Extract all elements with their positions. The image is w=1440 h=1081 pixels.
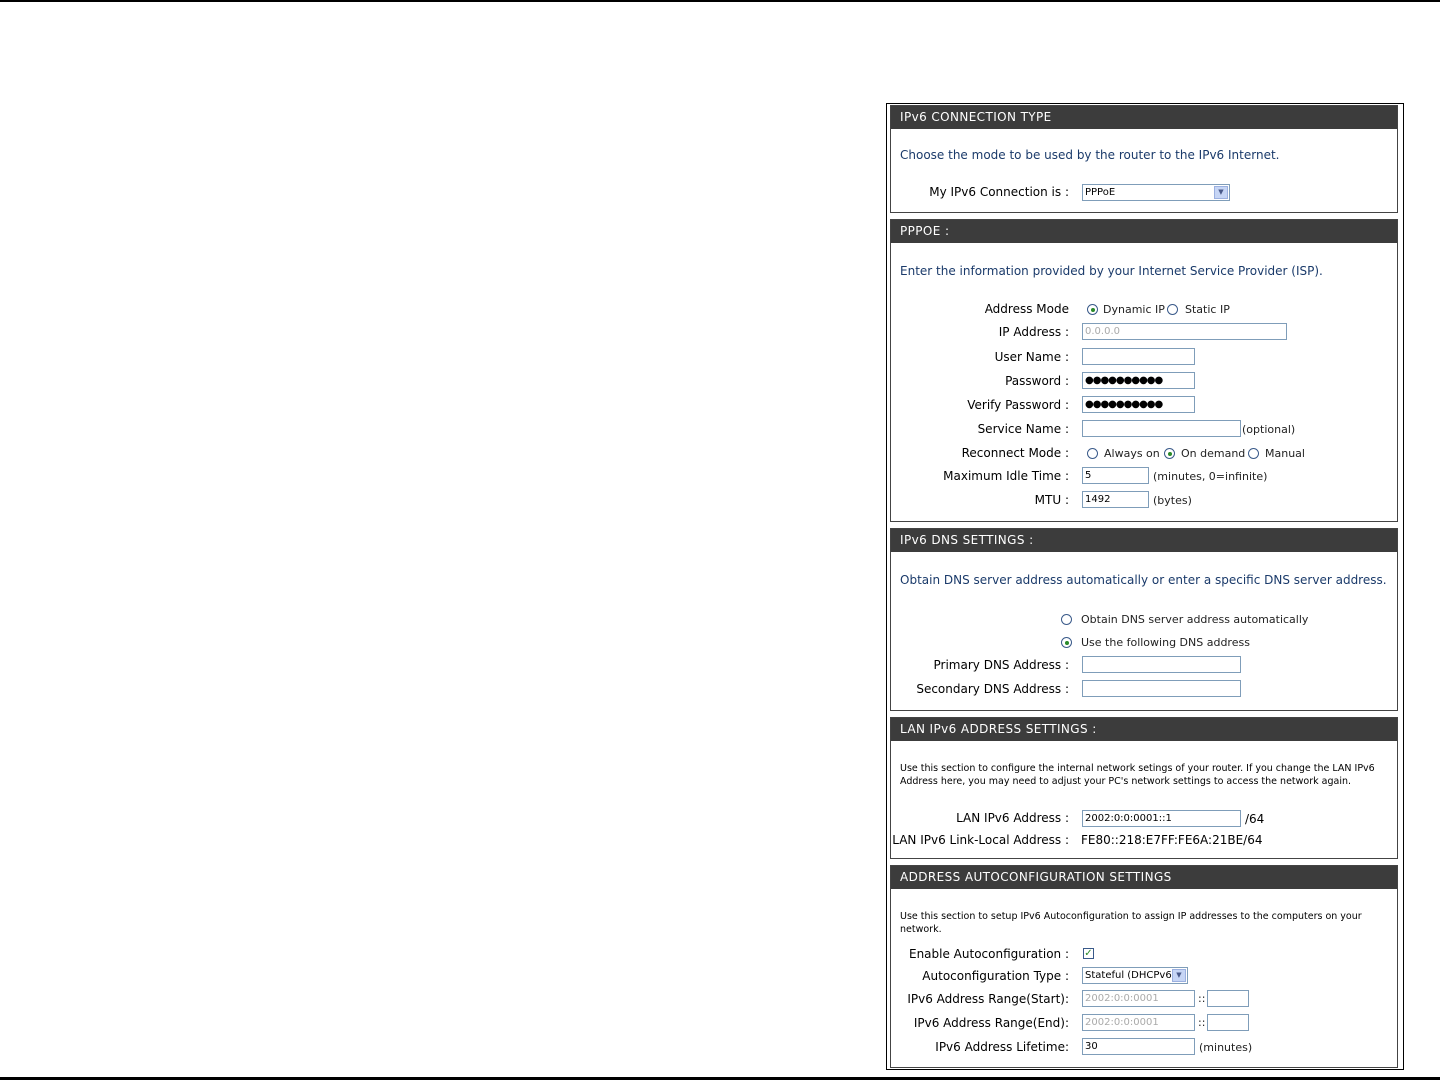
password-label: Password :: [1005, 374, 1069, 388]
section-header: IPv6 DNS SETTINGS :: [891, 529, 1397, 552]
lan-address-label: LAN IPv6 Address :: [956, 811, 1069, 825]
autoconf-type-value: Stateful (DHCPv6): [1085, 970, 1176, 981]
range-start-separator: ::: [1198, 992, 1206, 1005]
section-intro: Use this section to configure the intern…: [900, 763, 1375, 787]
mtu-hint: (bytes): [1153, 494, 1192, 507]
lifetime-input[interactable]: 30: [1082, 1038, 1195, 1055]
link-local-label: LAN IPv6 Link-Local Address :: [892, 833, 1069, 847]
autoconf-type-label: Autoconfiguration Type :: [922, 969, 1069, 983]
mtu-input[interactable]: 1492: [1082, 491, 1149, 508]
user-name-label: User Name :: [994, 350, 1069, 364]
dns-manual-radio[interactable]: [1061, 637, 1072, 648]
range-end-separator: ::: [1198, 1016, 1206, 1029]
password-input[interactable]: ●●●●●●●●●●: [1082, 372, 1195, 389]
dns-auto-label: Obtain DNS server address automatically: [1081, 613, 1309, 626]
autoconf-section: ADDRESS AUTOCONFIGURATION SETTINGS Use t…: [890, 865, 1398, 1068]
lan-section: LAN IPv6 ADDRESS SETTINGS : Use this sec…: [890, 717, 1398, 859]
autoconf-type-select[interactable]: Stateful (DHCPv6) ▼: [1082, 967, 1188, 984]
static-ip-radio[interactable]: [1167, 304, 1178, 315]
section-header: ADDRESS AUTOCONFIGURATION SETTINGS: [891, 866, 1397, 889]
user-name-input[interactable]: [1082, 348, 1195, 365]
link-local-value: FE80::218:E7FF:FE6A:21BE/64: [1081, 833, 1263, 847]
connection-type-section: IPv6 CONNECTION TYPE Choose the mode to …: [890, 105, 1398, 213]
max-idle-label: Maximum Idle Time :: [943, 469, 1069, 483]
ip-address-label: IP Address :: [998, 325, 1069, 339]
chevron-down-icon: ▼: [1172, 969, 1186, 982]
connection-type-select[interactable]: PPPoE ▼: [1082, 184, 1230, 201]
primary-dns-input[interactable]: [1082, 656, 1241, 673]
dynamic-ip-label: Dynamic IP: [1103, 303, 1165, 316]
section-intro: Enter the information provided by your I…: [900, 264, 1323, 278]
dns-section: IPv6 DNS SETTINGS : Obtain DNS server ad…: [890, 528, 1398, 711]
section-header: LAN IPv6 ADDRESS SETTINGS :: [891, 718, 1397, 741]
section-header: IPv6 CONNECTION TYPE: [891, 106, 1397, 129]
chevron-down-icon: ▼: [1214, 186, 1228, 199]
section-intro: Use this section to setup IPv6 Autoconfi…: [900, 911, 1362, 935]
verify-password-label: Verify Password :: [967, 398, 1069, 412]
lan-address-input[interactable]: 2002:0:0:0001::1: [1082, 810, 1241, 827]
connection-type-value: PPPoE: [1085, 187, 1116, 198]
connection-type-label: My IPv6 Connection is :: [929, 185, 1069, 199]
range-end-prefix-input[interactable]: 2002:0:0:0001: [1082, 1014, 1195, 1031]
reconnect-mode-label: Reconnect Mode :: [961, 446, 1069, 460]
max-idle-input[interactable]: 5: [1082, 467, 1149, 484]
range-start-prefix-input[interactable]: 2002:0:0:0001: [1082, 990, 1195, 1007]
pppoe-section: PPPOE : Enter the information provided b…: [890, 219, 1398, 522]
mtu-label: MTU :: [1034, 493, 1069, 507]
verify-password-input[interactable]: ●●●●●●●●●●: [1082, 396, 1195, 413]
dynamic-ip-radio[interactable]: [1087, 304, 1098, 315]
lan-prefix: /64: [1245, 812, 1265, 826]
service-name-label: Service Name :: [977, 422, 1069, 436]
dns-manual-label: Use the following DNS address: [1081, 636, 1250, 649]
section-intro: Obtain DNS server address automatically …: [900, 573, 1387, 587]
section-intro: Choose the mode to be used by the router…: [900, 148, 1280, 162]
max-idle-hint: (minutes, 0=infinite): [1153, 470, 1268, 483]
secondary-dns-label: Secondary DNS Address :: [916, 682, 1069, 696]
bottom-rule: [0, 1077, 1440, 1080]
on-demand-radio[interactable]: [1164, 448, 1175, 459]
range-end-label: IPv6 Address Range(End):: [913, 1016, 1069, 1030]
manual-radio[interactable]: [1248, 448, 1259, 459]
static-ip-label: Static IP: [1185, 303, 1230, 316]
always-on-label: Always on: [1104, 447, 1160, 460]
always-on-radio[interactable]: [1087, 448, 1098, 459]
dns-auto-radio[interactable]: [1061, 614, 1072, 625]
secondary-dns-input[interactable]: [1082, 680, 1241, 697]
enable-autoconf-label: Enable Autoconfiguration :: [908, 947, 1069, 961]
primary-dns-label: Primary DNS Address :: [933, 658, 1069, 672]
ip-address-input[interactable]: 0.0.0.0: [1082, 323, 1287, 340]
enable-autoconf-checkbox[interactable]: ✓: [1083, 948, 1094, 959]
top-rule: [0, 0, 1440, 2]
section-header: PPPOE :: [891, 220, 1397, 243]
range-start-suffix-input[interactable]: [1207, 990, 1249, 1007]
check-icon: ✓: [1084, 948, 1093, 959]
service-name-hint: (optional): [1242, 423, 1296, 436]
service-name-input[interactable]: [1082, 420, 1241, 437]
range-end-suffix-input[interactable]: [1207, 1014, 1249, 1031]
address-mode-label: Address Mode: [984, 302, 1069, 316]
range-start-label: IPv6 Address Range(Start):: [907, 992, 1069, 1006]
on-demand-label: On demand: [1181, 447, 1246, 460]
lifetime-hint: (minutes): [1199, 1041, 1253, 1054]
manual-label: Manual: [1265, 447, 1305, 460]
lifetime-label: IPv6 Address Lifetime:: [935, 1040, 1069, 1054]
